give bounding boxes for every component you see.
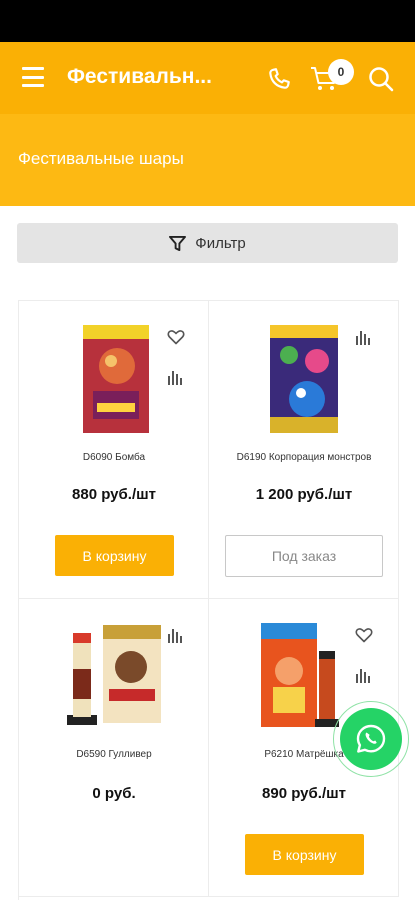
product-card: D6190 Корпорация монстров 1 200 руб./шт … <box>209 301 399 599</box>
compare-icon[interactable] <box>167 626 185 644</box>
product-card: D6090 Бомба 880 руб./шт В корзину <box>19 301 209 599</box>
add-to-cart-button[interactable]: В корзину <box>55 535 174 576</box>
product-grid: D6090 Бомба 880 руб./шт В корзину D6190 … <box>18 300 399 900</box>
product-image[interactable] <box>81 321 153 436</box>
whatsapp-chat-button[interactable] <box>333 701 409 777</box>
product-image[interactable] <box>267 321 343 436</box>
category-header: Фестивальные шары <box>0 114 415 206</box>
product-name[interactable]: D6590 Гулливер <box>19 749 209 760</box>
product-card: D6590 Гулливер 0 руб. <box>19 599 209 897</box>
favorite-heart-icon[interactable] <box>355 626 373 644</box>
product-name[interactable]: D6090 Бомба <box>19 452 209 463</box>
compare-icon[interactable] <box>355 328 373 346</box>
app-header: Фестивальн... 0 <box>0 42 415 114</box>
product-name[interactable]: D6190 Корпорация монстров <box>209 452 399 463</box>
product-price: 880 руб./шт <box>72 486 156 503</box>
pre-order-button[interactable]: Под заказ <box>225 535 383 577</box>
phone-icon[interactable] <box>266 66 292 92</box>
search-icon[interactable] <box>367 65 395 93</box>
product-price: 1 200 руб./шт <box>255 486 353 503</box>
product-price: 890 руб./шт <box>262 785 346 802</box>
product-price: 0 руб. <box>92 785 136 802</box>
filter-label: Фильтр <box>195 234 246 252</box>
filter-button[interactable]: Фильтр <box>17 223 398 263</box>
category-title: Фестивальные шары <box>18 149 184 168</box>
menu-icon[interactable] <box>22 67 44 87</box>
whatsapp-icon <box>356 724 386 753</box>
page-title: Фестивальн... <box>67 65 212 88</box>
status-bar <box>0 0 415 42</box>
funnel-icon <box>169 235 187 251</box>
add-to-cart-button[interactable]: В корзину <box>245 834 364 875</box>
favorite-heart-icon[interactable] <box>167 328 185 346</box>
compare-icon[interactable] <box>355 666 373 684</box>
cart-count-badge: 0 <box>328 59 354 85</box>
compare-icon[interactable] <box>167 368 185 386</box>
product-image[interactable] <box>65 619 163 729</box>
